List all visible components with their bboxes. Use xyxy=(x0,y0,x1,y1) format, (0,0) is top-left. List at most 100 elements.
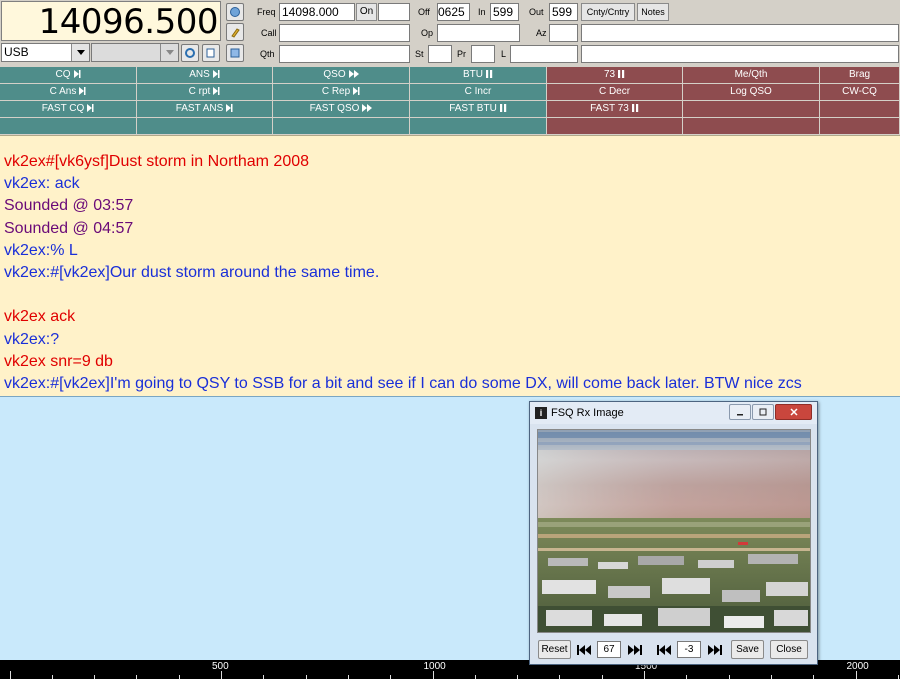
receive-text-panel[interactable]: vk2ex#[vk6ysf]Dust storm in Northam 2008… xyxy=(0,135,900,396)
next-fast-icon[interactable] xyxy=(623,641,645,658)
copy-icon[interactable] xyxy=(202,44,220,62)
macro-button-2-3[interactable]: C Rep xyxy=(273,84,410,100)
maximize-icon[interactable] xyxy=(752,404,774,420)
prev-slant-icon[interactable] xyxy=(654,641,676,658)
macro-label: Brag xyxy=(848,69,871,80)
macro-button-4-1[interactable] xyxy=(0,118,137,134)
macro-button-3-2[interactable]: FAST ANS xyxy=(137,101,273,117)
minimize-icon[interactable] xyxy=(729,404,751,420)
macro-label: FAST CQ xyxy=(41,103,85,114)
rx-line: vk2ex snr=9 db xyxy=(4,352,113,370)
mode-value: USB xyxy=(4,45,29,59)
macro-button-4-4[interactable] xyxy=(410,118,547,134)
call-field[interactable] xyxy=(279,24,410,42)
top-panel: 14096.500 USB Freq 14098.000 On Off 0625… xyxy=(0,0,900,67)
view-icon[interactable] xyxy=(226,3,244,21)
state-field[interactable] xyxy=(428,45,452,63)
qth-field[interactable] xyxy=(279,45,410,63)
scale-tick xyxy=(221,671,222,679)
macro-button-4-5[interactable] xyxy=(547,118,683,134)
rx-line: vk2ex#[vk6ysf]Dust storm in Northam 2008 xyxy=(4,153,310,170)
refresh-icon[interactable] xyxy=(181,44,199,62)
macro-button-2-7[interactable]: CW-CQ xyxy=(820,84,900,100)
on-time-field[interactable] xyxy=(378,3,410,21)
op-field[interactable] xyxy=(437,24,520,42)
macro-button-4-7[interactable] xyxy=(820,118,900,134)
scale-label: 2000 xyxy=(846,661,869,672)
next-slant-icon[interactable] xyxy=(703,641,725,658)
chevron-down-icon[interactable] xyxy=(160,44,178,61)
out-label: Out xyxy=(529,7,544,17)
freq-field[interactable]: 14098.000 xyxy=(279,3,355,21)
broom-icon[interactable] xyxy=(226,23,244,41)
macro-button-2-1[interactable]: C Ans xyxy=(0,84,137,100)
macro-button-1-2[interactable]: ANS xyxy=(137,67,273,83)
scale-tick xyxy=(390,675,392,679)
macro-button-3-6[interactable] xyxy=(683,101,820,117)
macro-label: C Incr xyxy=(464,86,492,97)
rst-in-field[interactable]: 599 xyxy=(490,3,519,21)
macro-button-3-1[interactable]: FAST CQ xyxy=(0,101,137,117)
macro-label: FAST QSO xyxy=(309,103,360,114)
macro-label: CQ xyxy=(55,69,71,80)
mode-select[interactable]: USB xyxy=(1,43,90,62)
macro-button-2-6[interactable]: Log QSO xyxy=(683,84,820,100)
scale-tick xyxy=(263,675,265,679)
scale-tick xyxy=(178,675,180,679)
received-image xyxy=(537,429,811,633)
save-button[interactable]: Save xyxy=(731,640,764,659)
close-button[interactable]: Close xyxy=(770,640,808,659)
scale-tick xyxy=(347,675,349,679)
notes-button[interactable]: Notes xyxy=(637,3,669,21)
country-field[interactable] xyxy=(581,24,899,42)
province-field[interactable] xyxy=(471,45,495,63)
macro-label: FAST ANS xyxy=(175,103,224,114)
scale-tick xyxy=(686,675,688,679)
macro-button-2-4[interactable]: C Incr xyxy=(410,84,547,100)
scale-tick xyxy=(474,675,476,679)
macro-button-4-3[interactable] xyxy=(273,118,410,134)
notes-field[interactable] xyxy=(581,45,899,63)
x-offset-value[interactable]: 67 xyxy=(597,641,621,658)
frequency-display[interactable]: 14096.500 xyxy=(1,1,221,42)
macro-button-2-5[interactable]: C Decr xyxy=(547,84,683,100)
window-titlebar[interactable]: i FSQ Rx Image xyxy=(530,402,817,424)
macro-button-4-6[interactable] xyxy=(683,118,820,134)
macro-button-1-4[interactable]: BTU xyxy=(410,67,547,83)
step-icon xyxy=(210,69,220,80)
scale-tick xyxy=(855,671,857,679)
macro-button-3-4[interactable]: FAST BTU xyxy=(410,101,547,117)
prev-fast-icon[interactable] xyxy=(574,641,596,658)
macro-button-3-5[interactable]: FAST 73 xyxy=(547,101,683,117)
macro-label: ANS xyxy=(189,69,210,80)
macro-button-1-5[interactable]: 73 xyxy=(547,67,683,83)
macro-button-4-2[interactable] xyxy=(137,118,273,134)
close-icon[interactable] xyxy=(775,404,812,420)
macro-button-3-3[interactable]: FAST QSO xyxy=(273,101,410,117)
scale-tick xyxy=(813,675,815,679)
rx-line: vk2ex:#[vk2ex]Our dust storm around the … xyxy=(4,263,380,281)
macro-button-2-2[interactable]: C rpt xyxy=(137,84,273,100)
chevron-down-icon[interactable] xyxy=(71,44,89,61)
bandwidth-select[interactable] xyxy=(91,43,179,62)
rst-out-field[interactable]: 599 xyxy=(549,3,578,21)
scale-tick xyxy=(94,675,96,679)
scale-tick xyxy=(432,671,434,679)
macro-button-3-7[interactable] xyxy=(820,101,900,117)
locator-field[interactable] xyxy=(510,45,578,63)
on-button[interactable]: On xyxy=(356,3,377,21)
macro-button-1-6[interactable]: Me/Qth xyxy=(683,67,820,83)
reset-button[interactable]: Reset xyxy=(538,640,571,659)
macro-label: FAST 73 xyxy=(590,103,629,114)
scale-tick xyxy=(51,675,53,679)
off-time-field[interactable]: 0625 xyxy=(437,3,470,21)
macro-button-1-1[interactable]: CQ xyxy=(0,67,137,83)
qth-label: Qth xyxy=(260,49,275,59)
country-button[interactable]: Cnty/Cntry xyxy=(581,3,635,21)
az-field[interactable] xyxy=(549,24,578,42)
slant-value[interactable]: -3 xyxy=(677,641,701,658)
macro-button-1-7[interactable]: Brag xyxy=(820,67,900,83)
fast-forward-icon xyxy=(359,103,373,114)
macro-button-1-3[interactable]: QSO xyxy=(273,67,410,83)
log-icon[interactable] xyxy=(226,44,244,62)
